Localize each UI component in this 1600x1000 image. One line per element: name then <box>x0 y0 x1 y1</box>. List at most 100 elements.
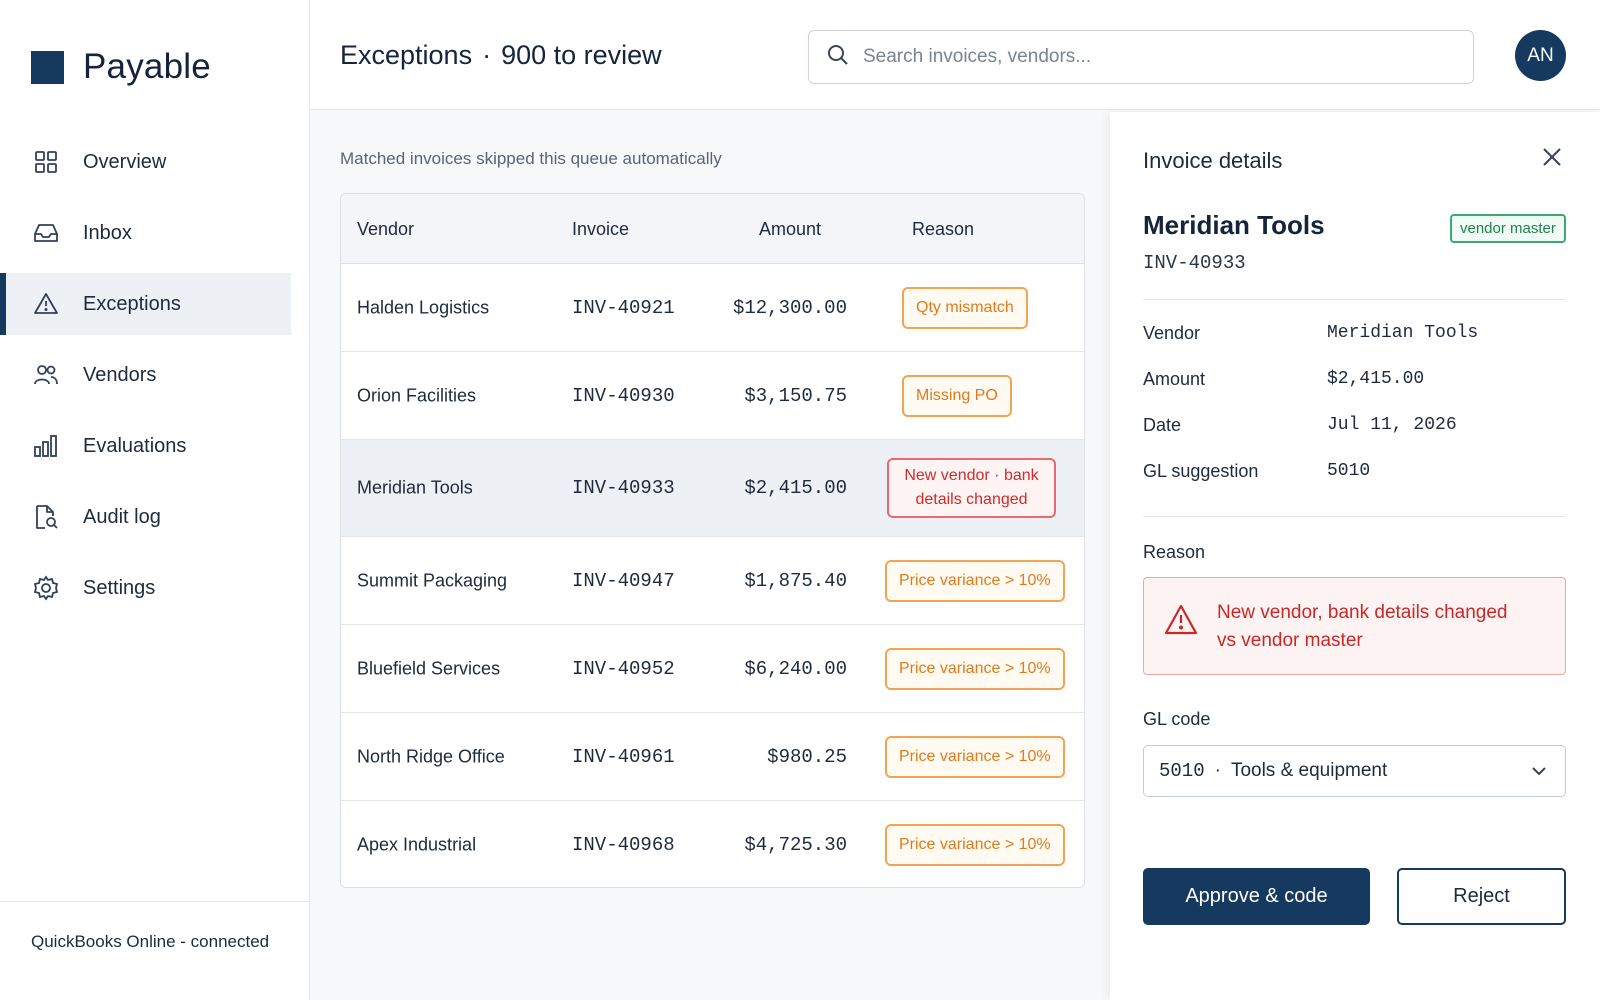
invoice-cell: INV-40968 <box>572 834 675 856</box>
gear-icon <box>33 575 59 601</box>
sidebar-item-label: Settings <box>83 576 156 599</box>
sidebar-nav: Overview Inbox Exceptions Vendors Evalua… <box>0 131 310 628</box>
invoice-cell: INV-40947 <box>572 569 675 592</box>
brand[interactable]: Payable <box>31 47 211 87</box>
detail-value: Jul 11, 2026 <box>1327 415 1457 435</box>
grid-icon <box>33 149 59 175</box>
sidebar-item-label: Audit log <box>83 505 161 528</box>
vendor-cell: Bluefield Services <box>357 658 501 678</box>
reason-badge-line: details changed <box>915 491 1028 508</box>
gl-code-select[interactable]: 5010 · Tools & equipment <box>1143 745 1566 797</box>
table-header: Vendor Invoice Amount Reason <box>341 194 1084 264</box>
detail-value: $2,415.00 <box>1327 369 1425 389</box>
detail-label: Amount <box>1143 369 1206 389</box>
sidebar-item-vendors[interactable]: Vendors <box>0 344 310 406</box>
table-row[interactable]: North Ridge Office INV-40961 $980.25 Pri… <box>341 713 1084 801</box>
amount-cell: $980.25 <box>767 745 847 768</box>
invoice-cell: INV-40930 <box>572 384 675 407</box>
approve-code-button[interactable]: Approve & code <box>1143 868 1370 925</box>
title-separator: · <box>482 40 492 70</box>
vendor-cell: Meridian Tools <box>357 477 473 498</box>
table-row[interactable]: Halden Logistics INV-40921 $12,300.00 Qt… <box>341 264 1084 352</box>
invoice-cell: INV-40952 <box>572 657 675 680</box>
detail-label: Date <box>1143 415 1182 435</box>
reason-text-line: New vendor, bank details changed <box>1217 602 1508 623</box>
inbox-icon <box>33 220 59 246</box>
reason-badge-line: New vendor · bank <box>904 467 1039 484</box>
gl-separator: · <box>1214 760 1221 781</box>
amount-cell: $2,415.00 <box>744 477 847 499</box>
sidebar-item-settings[interactable]: Settings <box>0 557 310 619</box>
sidebar-item-label: Evaluations <box>83 434 187 457</box>
reason-badge: Price variance > 10% <box>885 824 1065 866</box>
reason-alert: New vendor, bank details changed vs vend… <box>1143 577 1566 675</box>
reason-text: New vendor, bank details changed vs vend… <box>1217 599 1547 654</box>
gl-name-value: Tools & equipment <box>1230 760 1388 781</box>
sidebar-item-label: Vendors <box>83 363 157 386</box>
reason-badge: Price variance > 10% <box>885 735 1065 778</box>
vendor-cell: Summit Packaging <box>357 570 508 590</box>
logo-mark <box>31 50 64 84</box>
users-icon <box>33 362 59 388</box>
amount-cell: $3,150.75 <box>744 384 847 407</box>
gl-code-value: 5010 <box>1159 760 1205 782</box>
page-title: Exceptions · 900 to review <box>340 40 662 71</box>
vendor-cell: Apex Industrial <box>357 834 477 855</box>
warning-triangle-icon <box>33 291 59 317</box>
sidebar-item-label: Inbox <box>83 221 132 244</box>
invoice-cell: INV-40961 <box>572 745 675 768</box>
reject-button[interactable]: Reject <box>1397 868 1566 925</box>
reason-badge: Price variance > 10% <box>885 647 1065 690</box>
vendor-cell: Orion Facilities <box>357 385 477 405</box>
reason-badge: New vendor · bank details changed <box>887 458 1056 518</box>
sidebar-item-overview[interactable]: Overview <box>0 131 310 193</box>
gl-code-label: GL code <box>1143 709 1211 729</box>
vendor-cell: Halden Logistics <box>357 297 490 317</box>
integration-status: QuickBooks Online - connected <box>0 901 309 1000</box>
reason-badge: Price variance > 10% <box>885 559 1065 602</box>
panel-title: Invoice details <box>1143 148 1283 173</box>
sidebar-item-audit-log[interactable]: Audit log <box>0 486 310 548</box>
review-count: 900 to review <box>501 40 662 70</box>
table-row-selected[interactable]: Meridian Tools INV-40933 $2,415.00 New v… <box>341 440 1084 537</box>
amount-cell: $1,875.40 <box>744 569 847 592</box>
vendor-name: Meridian Tools <box>1143 210 1325 240</box>
vendor-master-badge: vendor master <box>1450 214 1566 243</box>
column-header-reason: Reason <box>912 219 975 239</box>
amount-cell: $4,725.30 <box>744 834 847 856</box>
sidebar: Payable Overview Inbox Exceptions Vendor… <box>0 0 310 1000</box>
close-icon[interactable] <box>1540 145 1566 171</box>
sidebar-item-label: Exceptions <box>83 292 181 315</box>
search-box[interactable] <box>808 30 1474 84</box>
vendor-cell: North Ridge Office <box>357 746 505 766</box>
invoice-cell: INV-40933 <box>572 477 675 499</box>
detail-value: Meridian Tools <box>1327 323 1479 343</box>
chevron-down-icon <box>1529 761 1549 787</box>
detail-label: Vendor <box>1143 323 1201 343</box>
table-row[interactable]: Summit Packaging INV-40947 $1,875.40 Pri… <box>341 537 1084 625</box>
search-icon <box>827 44 849 71</box>
page-title-text: Exceptions <box>340 40 473 70</box>
file-search-icon <box>33 504 59 530</box>
invoice-details-panel: Invoice details Meridian Tools vendor ma… <box>1110 112 1600 1000</box>
table-row[interactable]: Bluefield Services INV-40952 $6,240.00 P… <box>341 625 1084 713</box>
sidebar-item-exceptions[interactable]: Exceptions <box>0 273 291 335</box>
sidebar-item-evaluations[interactable]: Evaluations <box>0 415 310 477</box>
sidebar-item-inbox[interactable]: Inbox <box>0 202 310 264</box>
invoice-cell: INV-40921 <box>572 296 675 319</box>
amount-cell: $6,240.00 <box>744 657 847 680</box>
table-row[interactable]: Orion Facilities INV-40930 $3,150.75 Mis… <box>341 352 1084 440</box>
app-name: Payable <box>83 47 211 86</box>
warning-triangle-icon <box>1164 604 1198 641</box>
reason-badge: Qty mismatch <box>902 286 1028 329</box>
invoice-number: INV-40933 <box>1143 252 1246 274</box>
divider <box>1143 299 1566 300</box>
search-input[interactable] <box>863 46 1423 68</box>
detail-value: 5010 <box>1327 461 1371 481</box>
avatar[interactable]: AN <box>1515 30 1566 81</box>
column-header-amount: Amount <box>759 219 822 239</box>
sidebar-item-label: Overview <box>83 150 167 173</box>
table-row[interactable]: Apex Industrial INV-40968 $4,725.30 Pric… <box>341 801 1084 887</box>
bar-chart-icon <box>33 433 59 459</box>
reason-label: Reason <box>1143 542 1206 562</box>
